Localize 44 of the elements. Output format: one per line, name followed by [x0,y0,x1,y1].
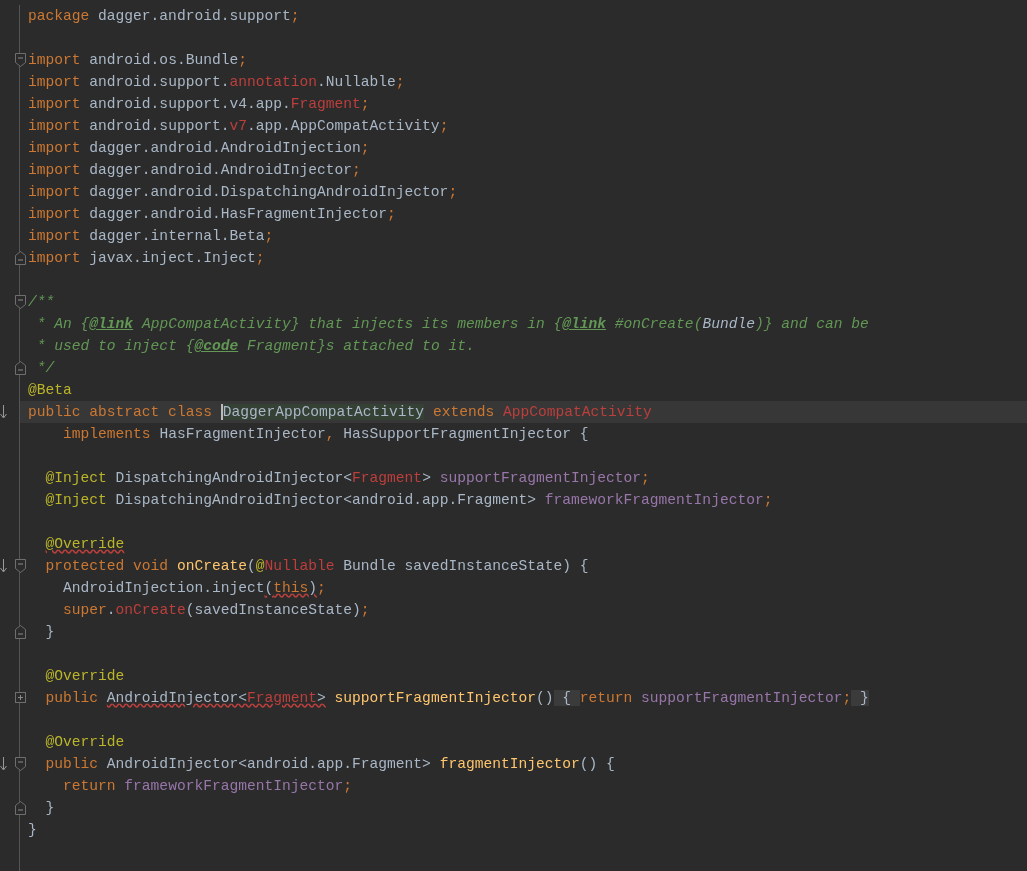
code-line: AndroidInjection.inject(this); [62,579,326,598]
down-arrow-icon[interactable] [0,757,7,771]
code-line: @Override [44,733,125,752]
code-line: return frameworkFragmentInjector; [62,777,353,796]
fold-icon[interactable] [15,361,26,375]
code-line: import dagger.android.AndroidInjector; [28,161,361,180]
code-line: } [44,799,55,818]
fold-icon[interactable] [15,559,26,573]
code-line: super.onCreate(savedInstanceState); [62,601,370,620]
code-line: import dagger.internal.Beta; [28,227,274,246]
code-line: public AndroidInjector<Fragment> supportFragmentInjector() { return supportFragmentInjector; } [44,689,869,708]
code-line: /** [28,293,55,312]
expand-icon[interactable] [15,692,26,703]
code-line: public abstract class DaggerAppCompatActivity extends AppCompatActivity [28,403,652,422]
code-line: */ [35,359,55,378]
code-line: @Beta [28,381,72,400]
code-line: @Inject DispatchingAndroidInjector<Fragment> supportFragmentInjector; [44,469,650,488]
code-line: import dagger.android.DispatchingAndroidInjector; [28,183,458,202]
down-arrow-icon[interactable] [0,405,7,419]
fold-icon[interactable] [15,801,26,815]
code-line: import javax.inject.Inject; [28,249,265,268]
down-arrow-icon[interactable] [0,559,7,573]
code-line: } [28,821,37,840]
code-line: @Override [44,667,125,686]
code-line: public AndroidInjector<android.app.Fragment> fragmentInjector() { [44,755,615,774]
code-line: @Override [44,535,125,554]
code-line: @Inject DispatchingAndroidInjector<android.app.Fragment> frameworkFragmentInjector; [44,491,773,510]
code-line: import android.os.Bundle; [28,51,247,70]
code-line: * An {@link AppCompatActivity} that injects its members in {@link #onCreate(Bundle)} and can be [35,315,869,334]
code-line: import android.support.annotation.Nullable; [28,73,405,92]
fold-icon[interactable] [15,757,26,771]
fold-icon[interactable] [15,53,26,67]
code-line: implements HasFragmentInjector, HasSupportFragmentInjector { [62,425,589,444]
code-line: import android.support.v4.app.Fragment; [28,95,370,114]
code-line: import dagger.android.HasFragmentInjector; [28,205,396,224]
code-line: import dagger.android.AndroidInjection; [28,139,370,158]
code-line: * used to inject {@code Fragment}s attached to it. [35,337,475,356]
code-line: package dagger.android.support; [28,7,300,26]
fold-icon[interactable] [15,251,26,265]
code-line: protected void onCreate(@Nullable Bundle savedInstanceState) { [44,557,589,576]
fold-icon[interactable] [15,295,26,309]
code-line: } [44,623,55,642]
fold-icon[interactable] [15,625,26,639]
code-line: import android.support.v7.app.AppCompatActivity; [28,117,449,136]
